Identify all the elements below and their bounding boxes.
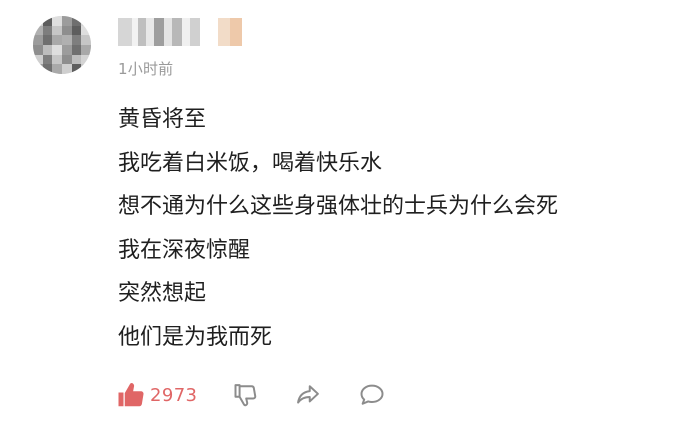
avatar-pixel (33, 25, 43, 36)
username-pixel (190, 18, 200, 46)
avatar-pixel (71, 35, 82, 45)
avatar-pixel (62, 45, 72, 55)
comment-line: 我在深夜惊醒 (118, 237, 251, 263)
avatar-pixel (52, 35, 62, 45)
avatar-pixel (71, 16, 82, 26)
speech-bubble-icon (358, 381, 386, 409)
avatar-pixel (42, 45, 53, 55)
username-pixel (182, 18, 190, 46)
avatar-pixel (33, 35, 43, 45)
avatar-pixel (62, 16, 72, 26)
comment-action-bar: 2973 (116, 377, 387, 413)
avatar-pixel (71, 45, 82, 55)
avatar-pixel (81, 25, 91, 36)
avatar-pixel (33, 64, 43, 74)
avatar-pixel (71, 25, 82, 36)
comment-line: 突然想起 (118, 281, 207, 306)
avatar-pixel (81, 16, 91, 26)
share-button[interactable] (293, 380, 323, 410)
username-pixel (200, 18, 218, 46)
username-pixel (118, 18, 132, 46)
dislike-button[interactable] (231, 380, 261, 410)
username-pixel (230, 18, 242, 46)
avatar-pixel (62, 25, 72, 36)
avatar-pixel (52, 45, 62, 55)
like-count: 2973 (150, 384, 198, 406)
thumbs-down-icon (232, 381, 260, 409)
comment-timestamp: 1小时前 (118, 60, 174, 78)
username-pixel (172, 18, 182, 46)
avatar-pixel (42, 25, 53, 36)
username-pixel (164, 18, 172, 46)
reply-button[interactable] (357, 380, 387, 410)
comment-line: 我吃着白米饭，喝着快乐水 (118, 150, 383, 176)
avatar[interactable] (33, 16, 91, 74)
comment-line: 黄昏将至 (118, 107, 207, 132)
avatar-pixel (33, 16, 43, 26)
avatar-pixel (42, 35, 53, 45)
like-button[interactable]: 2973 (116, 380, 197, 410)
avatar-pixel (52, 54, 62, 65)
thumbs-up-icon (116, 380, 146, 410)
avatar-pixel (62, 35, 72, 45)
username-masked[interactable] (118, 18, 254, 46)
avatar-pixel (42, 16, 53, 26)
avatar-pixel (81, 45, 91, 55)
avatar-pixel (33, 54, 43, 65)
comment-line: 想不通为什么这些身强体壮的士兵为什么会死 (118, 194, 559, 219)
avatar-pixel (42, 54, 53, 65)
username-pixel (218, 18, 230, 46)
avatar-pixel (62, 54, 72, 65)
username-pixel (138, 18, 146, 46)
avatar-pixel (52, 25, 62, 36)
username-pixel (154, 18, 164, 46)
share-arrow-icon (294, 381, 322, 409)
avatar-pixel (71, 64, 82, 74)
username-pixel (146, 18, 154, 46)
avatar-pixel (42, 64, 53, 74)
avatar-pixel (81, 54, 91, 65)
avatar-pixel (52, 16, 62, 26)
avatar-pixel (81, 64, 91, 74)
avatar-pixel (81, 35, 91, 45)
avatar-pixel (52, 64, 62, 74)
comment-line: 他们是为我而死 (118, 324, 273, 350)
avatar-pixel (62, 64, 72, 74)
comment-body: 黄昏将至 我吃着白米饭，喝着快乐水 想不通为什么这些身强体壮的士兵为什么会死 我… (118, 98, 680, 359)
avatar-pixel (71, 54, 82, 65)
avatar-pixel (33, 45, 43, 55)
